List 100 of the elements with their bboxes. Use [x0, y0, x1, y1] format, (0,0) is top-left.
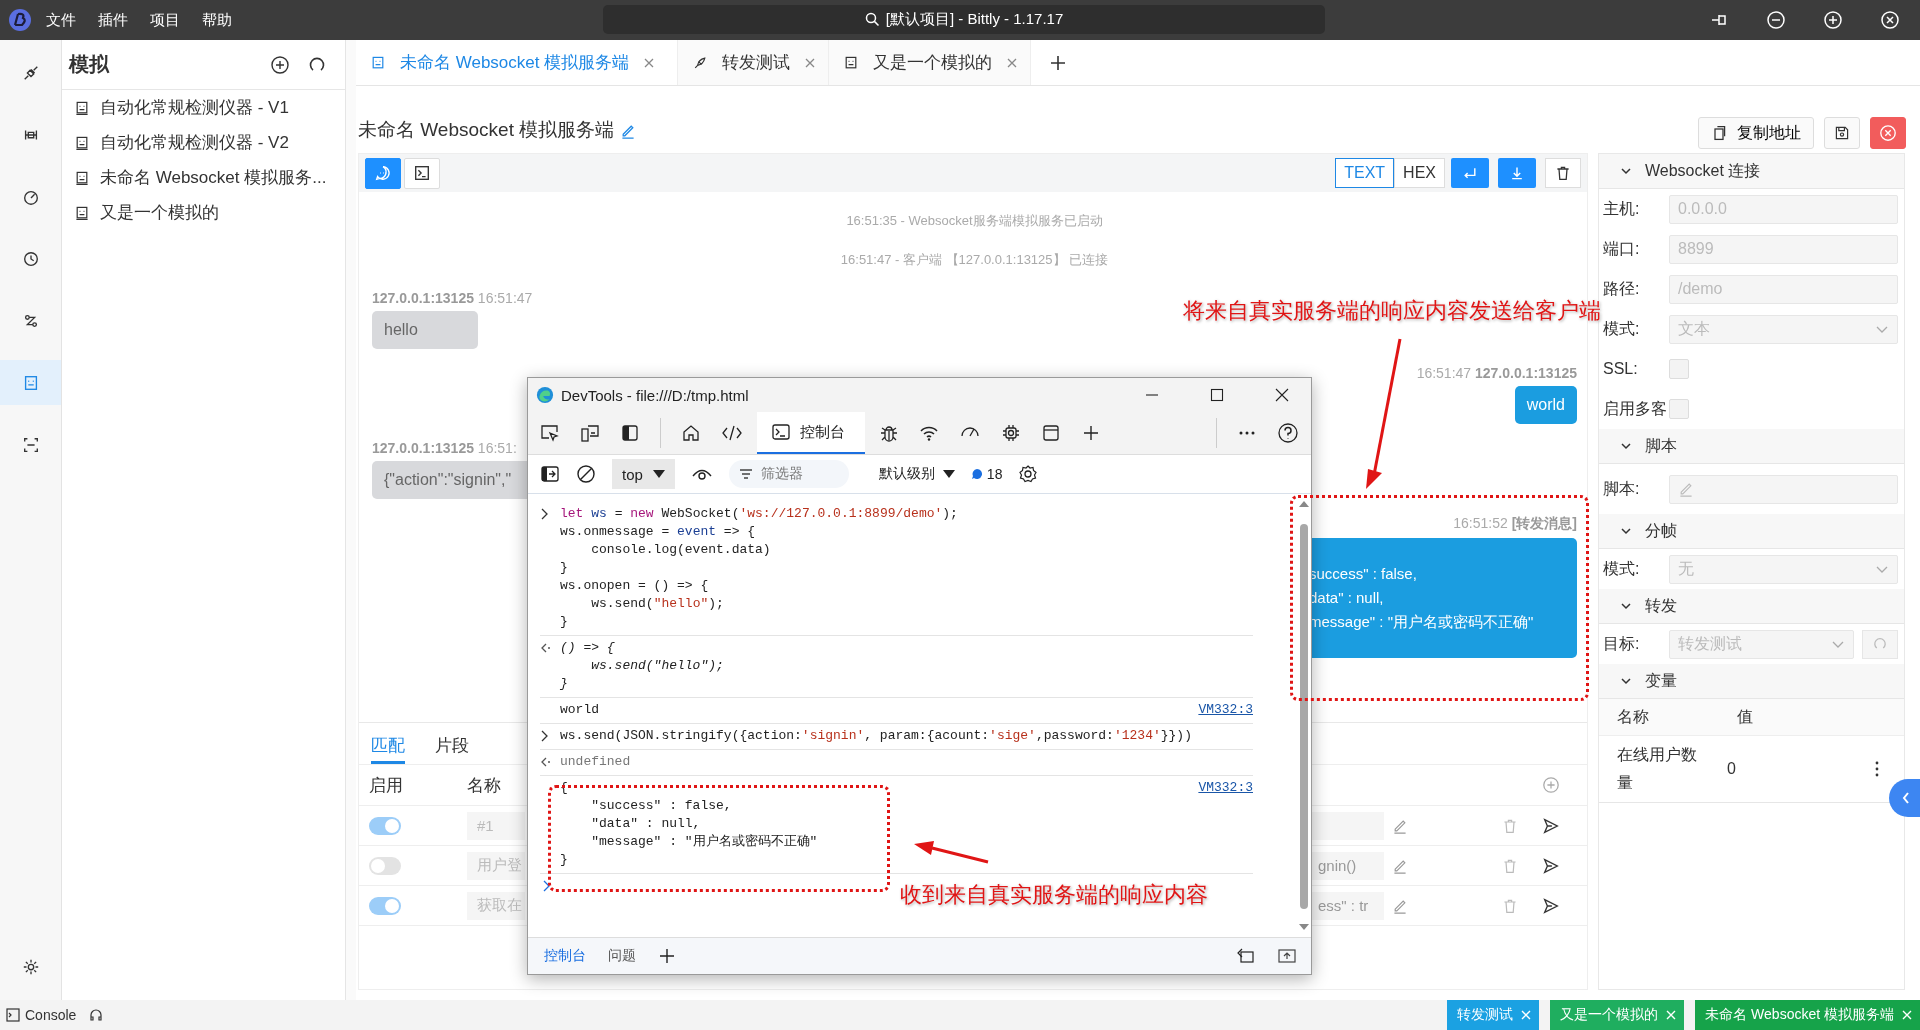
- section-header[interactable]: 脚本: [1599, 429, 1904, 464]
- input-prompt-icon: [540, 730, 550, 742]
- toggle-switch[interactable]: [369, 896, 401, 915]
- input-prompt-icon: [540, 508, 550, 520]
- format-toggle[interactable]: TEXT: [1335, 158, 1395, 188]
- code-line: ws.send("hello");: [590, 595, 724, 613]
- tab[interactable]: 片段: [435, 728, 469, 764]
- edit-icon[interactable]: [620, 123, 637, 139]
- settings-icon[interactable]: [1018, 464, 1039, 484]
- source-link[interactable]: VM332:3: [1198, 702, 1253, 717]
- copy-address-button[interactable]: 复制地址: [1698, 117, 1814, 149]
- menu-item[interactable]: 帮助: [202, 10, 232, 30]
- add-icon[interactable]: [658, 947, 676, 965]
- inspect-icon[interactable]: [540, 423, 560, 443]
- tab[interactable]: 转发测试: [678, 40, 830, 85]
- field-label: 路径:: [1603, 278, 1641, 299]
- context-select[interactable]: top: [612, 459, 675, 489]
- field-label: 目标:: [1603, 633, 1641, 654]
- tab[interactable]: 又是一个模拟的: [829, 40, 1032, 85]
- save-button[interactable]: [1824, 117, 1860, 149]
- message-meta: 127.0.0.1:13125 16:51:: [372, 440, 517, 456]
- window-icon[interactable]: [1041, 423, 1061, 443]
- output-line: }: [560, 675, 568, 693]
- send-icon[interactable]: [1542, 816, 1560, 835]
- chip-icon[interactable]: [1001, 423, 1021, 443]
- menu-item[interactable]: 插件: [98, 10, 128, 30]
- column-header: 启用: [369, 774, 403, 797]
- output-line: ws.send("hello");: [590, 657, 724, 675]
- sidebar-item[interactable]: 自动化常规检测仪器 - V1: [62, 90, 345, 125]
- drawer-tab[interactable]: 问题: [608, 947, 636, 965]
- script-field[interactable]: [1669, 474, 1898, 504]
- terminal-icon: [771, 422, 791, 442]
- help-icon[interactable]: [1277, 422, 1299, 444]
- system-message: 16:51:35 - Websocket服务端模拟服务已启动: [845, 212, 1104, 230]
- close-icon[interactable]: [1275, 388, 1289, 402]
- send-icon[interactable]: [1542, 896, 1560, 915]
- return-icon: [1462, 165, 1478, 181]
- caret-up-icon[interactable]: [1298, 500, 1310, 508]
- drawer-tab[interactable]: 控制台: [544, 947, 586, 965]
- message-count[interactable]: 18: [970, 466, 1003, 482]
- sidebar-item[interactable]: 又是一个模拟的: [62, 195, 345, 230]
- bug-icon[interactable]: [879, 423, 899, 443]
- home-icon[interactable]: [681, 423, 701, 443]
- add-icon[interactable]: [270, 54, 290, 75]
- tab[interactable]: 匹配: [371, 728, 405, 764]
- more-icon[interactable]: [1874, 760, 1880, 778]
- code-line: console.log(event.data): [590, 541, 771, 559]
- collapse-button[interactable]: [1889, 779, 1920, 817]
- sidebar-item[interactable]: 未命名 Websocket 模拟服务...: [62, 160, 345, 195]
- headphones-icon[interactable]: [89, 1008, 104, 1022]
- section-header[interactable]: 变量: [1599, 664, 1904, 699]
- dock-icon[interactable]: [1235, 947, 1255, 965]
- format-toggle[interactable]: HEX: [1394, 158, 1445, 188]
- expand-icon[interactable]: [1277, 947, 1297, 965]
- section-header[interactable]: 转发: [1599, 589, 1904, 624]
- drawer-icon[interactable]: [540, 464, 560, 484]
- checkbox[interactable]: [1669, 359, 1689, 379]
- sidebar-item[interactable]: 自动化常规检测仪器 - V2: [62, 125, 345, 160]
- output-line: world: [560, 701, 599, 719]
- toggle-switch[interactable]: [369, 816, 401, 835]
- source-link[interactable]: VM332:3: [1198, 780, 1253, 795]
- output-line: undefined: [560, 753, 631, 771]
- menu-item[interactable]: 文件: [46, 10, 76, 30]
- terminal-view-button[interactable]: [404, 157, 440, 189]
- code-line: }: [560, 559, 568, 577]
- system-message: 16:51:47 - 客户端 【127.0.0.1:13125】 已连接: [839, 251, 1110, 269]
- toggle-switch[interactable]: [369, 856, 401, 875]
- section-header[interactable]: 分帧: [1599, 514, 1904, 549]
- message-meta: 16:51:47 127.0.0.1:13125: [1416, 365, 1577, 381]
- console-label[interactable]: Console: [25, 1007, 77, 1023]
- caret-down-icon[interactable]: [1298, 923, 1310, 931]
- clock-icon: [21, 249, 40, 268]
- code-icon[interactable]: [721, 423, 743, 443]
- terminal-icon: [413, 164, 431, 182]
- result-arrow-icon: [540, 642, 552, 654]
- document-icon: [74, 99, 90, 116]
- document-icon: [370, 54, 386, 71]
- console-tab[interactable]: 控制台: [757, 412, 865, 454]
- maximize-icon[interactable]: [1210, 388, 1224, 402]
- checkbox[interactable]: [1669, 399, 1689, 419]
- sidebar-icon[interactable]: [620, 423, 640, 443]
- delete-button[interactable]: [1545, 158, 1581, 188]
- search-field[interactable]: [默认项目] - Bittly - 1.17.17: [603, 5, 1325, 34]
- section-header[interactable]: Websocket 连接: [1599, 154, 1904, 189]
- field-label: SSL:: [1603, 360, 1639, 378]
- device-icon[interactable]: [580, 423, 600, 443]
- filter-field[interactable]: 筛选器: [728, 460, 849, 488]
- level-select[interactable]: 默认级别: [878, 465, 955, 483]
- stop-button[interactable]: [1870, 117, 1906, 149]
- add-tab-icon[interactable]: [1049, 53, 1068, 72]
- menu-item[interactable]: 项目: [150, 10, 180, 30]
- field-label: 脚本:: [1603, 478, 1641, 499]
- minimize-icon[interactable]: [1766, 10, 1786, 30]
- content-field[interactable]: [1312, 811, 1384, 840]
- settings-icon[interactable]: [21, 958, 40, 976]
- send-icon[interactable]: [1542, 856, 1560, 875]
- code-line: ws.onopen = () => {: [560, 577, 709, 595]
- prompt-icon[interactable]: [542, 880, 552, 892]
- clear-icon[interactable]: [576, 464, 596, 484]
- add-icon[interactable]: [1081, 423, 1101, 443]
